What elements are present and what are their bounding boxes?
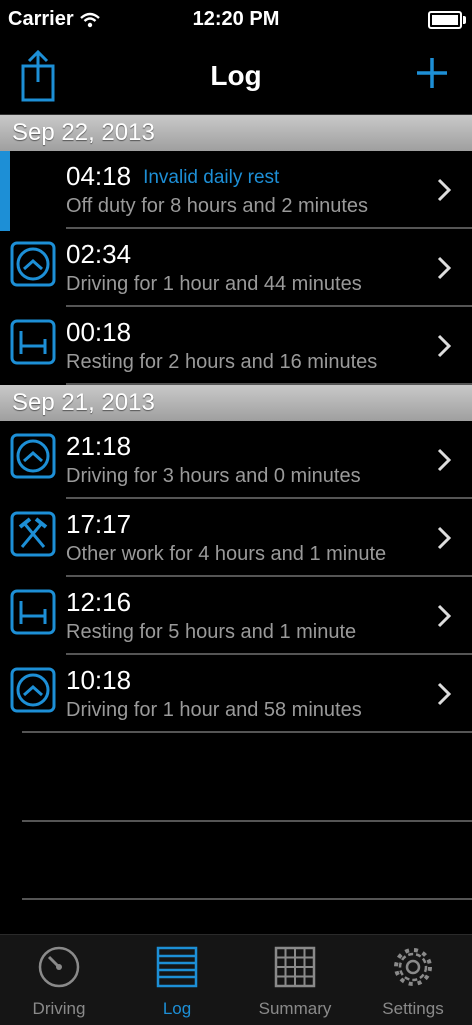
steering-wheel-icon: [10, 433, 56, 479]
tab-bar: Driving Log Summary Settings: [0, 934, 472, 1025]
tab-driving[interactable]: Driving: [0, 935, 118, 1025]
plus-icon[interactable]: [412, 52, 452, 96]
tab-label: Log: [162, 999, 192, 1018]
gear-icon: [394, 948, 432, 986]
selection-indicator: [0, 151, 10, 231]
entry-time: 10:18: [66, 665, 132, 695]
chevron-right-icon: [437, 682, 452, 706]
log-entry[interactable]: 10:18 Driving for 1 hour and 58 minutes: [0, 655, 472, 733]
entry-description: Resting for 2 hours and 16 minutes: [66, 351, 378, 373]
list-icon: [156, 946, 198, 988]
log-entry[interactable]: 02:34 Driving for 1 hour and 44 minutes: [0, 229, 472, 307]
tab-label: Summary: [258, 999, 332, 1018]
entry-time: 04:18 Invalid daily rest: [66, 161, 280, 191]
steering-wheel-icon: [10, 667, 56, 713]
log-entry[interactable]: 12:16 Resting for 5 hours and 1 minute: [0, 577, 472, 655]
tab-label: Settings: [382, 999, 444, 1018]
empty-row-separator: [22, 820, 472, 822]
speedometer-icon: [38, 946, 80, 988]
chevron-right-icon: [437, 256, 452, 280]
status-bar: Carrier 12:20 PM: [0, 0, 472, 38]
section-header: Sep 21, 2013: [0, 385, 472, 421]
chevron-right-icon: [437, 178, 452, 202]
nav-bar: Log: [0, 38, 472, 115]
chevron-right-icon: [437, 526, 452, 550]
entry-description: Other work for 4 hours and 1 minute: [66, 543, 387, 565]
chevron-right-icon: [437, 334, 452, 358]
empty-row-separator: [22, 898, 472, 900]
log-entry[interactable]: 21:18 Driving for 3 hours and 0 minutes: [0, 421, 472, 499]
bed-icon: [10, 589, 56, 635]
crossed-hammers-icon: [10, 511, 56, 557]
tab-label: Driving: [32, 999, 86, 1018]
warning-label: Invalid daily rest: [143, 167, 280, 188]
page-title: Log: [210, 60, 262, 91]
log-entry[interactable]: 00:18 Resting for 2 hours and 16 minutes: [0, 307, 472, 385]
grid-icon: [274, 946, 316, 988]
tab-settings[interactable]: Settings: [354, 935, 472, 1025]
tab-summary[interactable]: Summary: [236, 935, 354, 1025]
entry-time: 00:18: [66, 317, 132, 347]
entry-description: Resting for 5 hours and 1 minute: [66, 621, 357, 643]
chevron-right-icon: [437, 448, 452, 472]
log-entry[interactable]: 04:18 Invalid daily rest Off duty for 8 h…: [0, 151, 472, 231]
battery-icon: [428, 11, 466, 29]
entry-description: Driving for 1 hour and 44 minutes: [66, 273, 362, 295]
chevron-right-icon: [437, 604, 452, 628]
log-list: Sep 22, 2013 04:18 Invalid daily rest Off…: [0, 115, 472, 733]
tab-log[interactable]: Log: [118, 935, 236, 1025]
entry-description: Driving for 1 hour and 58 minutes: [66, 699, 362, 721]
steering-wheel-icon: [10, 241, 56, 287]
entry-time: 02:34: [66, 239, 132, 269]
entry-description: Driving for 3 hours and 0 minutes: [66, 465, 361, 487]
entry-time: 12:16: [66, 587, 132, 617]
entry-description: Off duty for 8 hours and 2 minutes: [66, 195, 369, 217]
status-time: 12:20 PM: [192, 8, 280, 30]
entry-time: 21:18: [66, 431, 132, 461]
entry-time: 17:17: [66, 509, 132, 539]
bed-icon: [10, 319, 56, 365]
log-entry[interactable]: 17:17 Other work for 4 hours and 1 minut…: [0, 499, 472, 577]
section-header: Sep 22, 2013: [0, 115, 472, 151]
